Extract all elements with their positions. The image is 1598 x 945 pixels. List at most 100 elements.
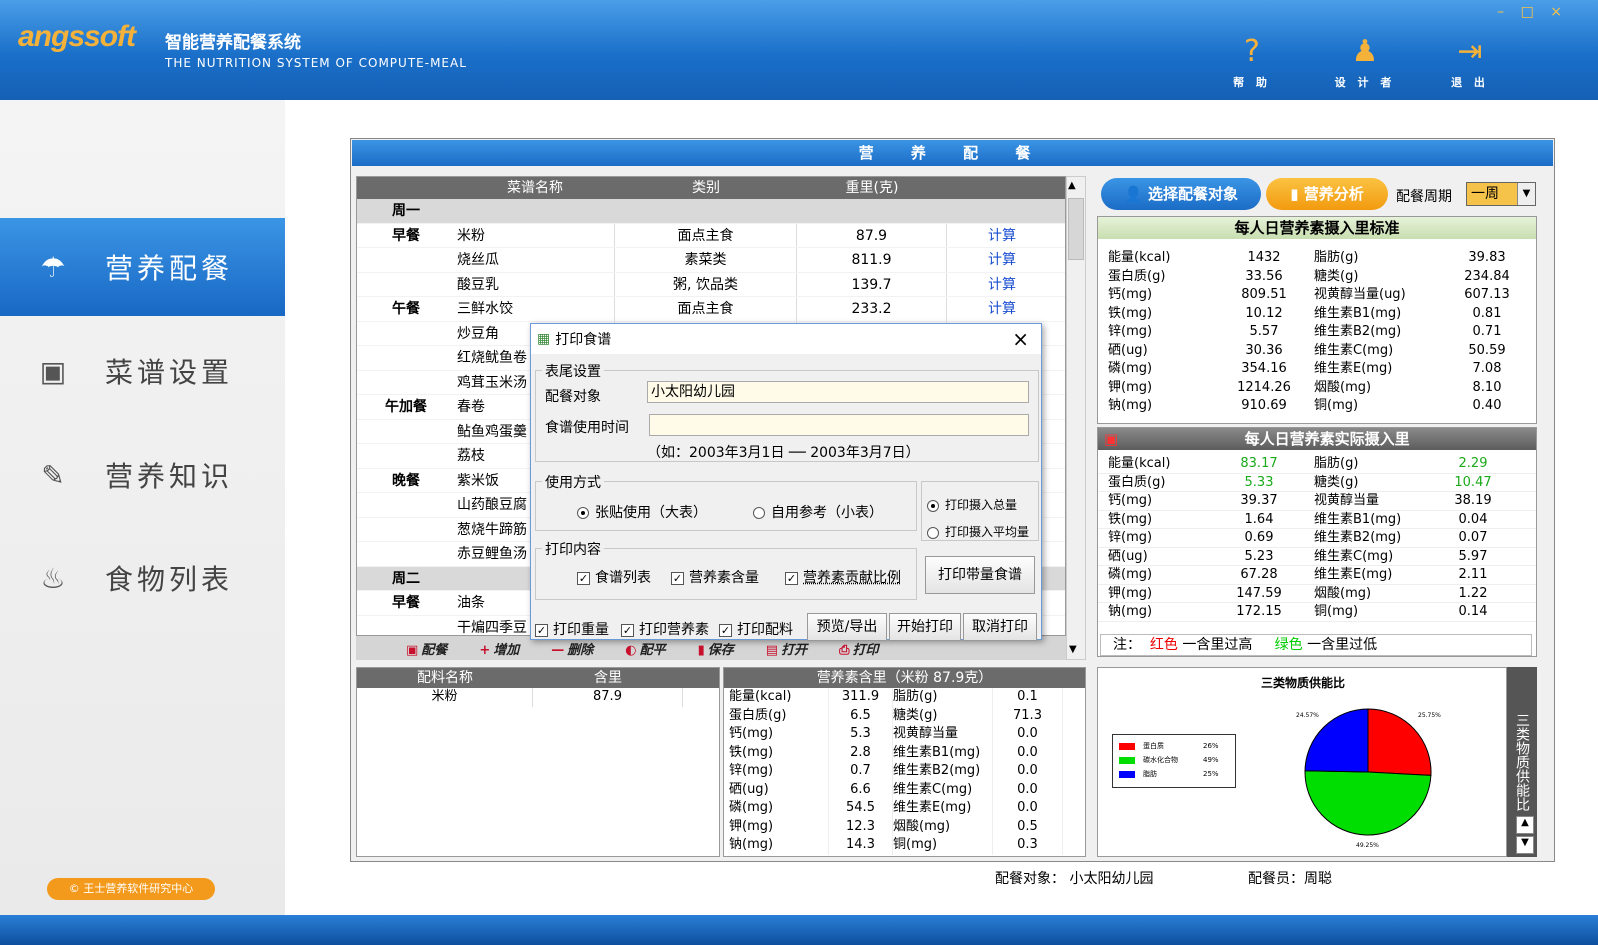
table-row[interactable]: 午餐 三鲜水饺 面点主食 233.2 计算: [357, 297, 1065, 322]
actual-intake-panel: ▣ 每人日营养素实际摄入里 能量(kcal) 83.17 脂肪(g) 2.29 蛋白质(g…: [1097, 427, 1537, 657]
table-row: 硒(ug) 30.36 维生素C(mg) 50.59: [1098, 342, 1536, 361]
start-print-button[interactable]: 开始打印: [889, 613, 961, 641]
cell: 67.28: [1240, 567, 1278, 582]
table-row: 锌(mg) 0.69 维生素B2(mg) 0.07: [1098, 529, 1536, 548]
cell: 0.71: [1472, 324, 1502, 339]
table-row[interactable]: 米粉 87.9: [357, 688, 719, 707]
period-select[interactable]: 一周 ▼: [1466, 182, 1536, 206]
sidebar-item-recipe[interactable]: ▣ 菜谱设置: [0, 322, 285, 420]
cell: 0.81: [1472, 305, 1502, 321]
cell: 2.11: [1458, 567, 1488, 582]
cell: 能量(kcal): [729, 688, 829, 707]
radio-large-table[interactable]: 张贴使用（大表）: [577, 502, 707, 522]
toolbar-button[interactable]: — 删除: [551, 639, 593, 658]
radio-small-table[interactable]: 自用参考（小表）: [753, 502, 883, 522]
cell: 视黄醇当量: [893, 725, 993, 744]
cell: 维生素B1(mg): [893, 743, 993, 762]
cell: 1432: [1247, 250, 1281, 265]
app-subtitle: THE NUTRITION SYSTEM OF COMPUTE-MEAL: [165, 56, 467, 70]
cancel-print-button[interactable]: 取消打印: [963, 613, 1037, 641]
chevron-down-icon[interactable]: ▼: [1516, 836, 1534, 854]
table-row: 钠(mg) 910.69 铜(mg) 0.40: [1098, 397, 1536, 416]
window-controls[interactable]: – □ ×: [1497, 4, 1568, 20]
table-row[interactable]: 烧丝瓜 素菜类 811.9 计算: [357, 248, 1065, 273]
cell: 周二: [392, 570, 420, 587]
scroll-up-icon[interactable]: ▲: [1068, 180, 1076, 191]
calc-link[interactable]: 计算: [947, 224, 1057, 248]
cell: 钙(mg): [1108, 493, 1153, 508]
table-row: 蛋白质(g) 5.33 糖类(g) 10.47: [1098, 474, 1536, 492]
designer-button[interactable]: ♟ 设 计 者: [1325, 30, 1405, 96]
toolbar-button[interactable]: ▮ 保存: [698, 639, 734, 658]
table-row: 钠(mg) 172.15 铜(mg) 0.14: [1098, 603, 1536, 622]
toolbar-button[interactable]: ⎙ 打印: [839, 639, 878, 658]
chevron-up-icon[interactable]: ▲: [1516, 816, 1534, 834]
cell: [357, 542, 455, 566]
toolbar-button[interactable]: + 增加: [479, 639, 519, 658]
table-row: 铁(mg) 1.64 维生素B1(mg) 0.04: [1098, 511, 1536, 529]
check-print-nutrient[interactable]: ✓ 打印营养素: [621, 619, 709, 639]
cell: 钙(mg): [729, 725, 829, 744]
scroll-down-icon[interactable]: ▼: [1069, 644, 1077, 655]
radio-total-intake[interactable]: 打印摄入总量: [927, 496, 1037, 513]
table-row: 能量(kcal) 1432 脂肪(g) 39.83: [1098, 249, 1536, 268]
analysis-icon: ▣: [1104, 430, 1119, 448]
target-field[interactable]: 小太阳幼儿园: [647, 381, 1029, 403]
sidebar-item-knowledge[interactable]: ✎ 营养知识: [0, 426, 285, 524]
nutrition-analysis-button[interactable]: ▮ 营养分析: [1266, 178, 1388, 210]
sidebar-item-food[interactable]: ♨ 食物列表: [0, 529, 285, 627]
exit-icon: ⇥: [1457, 34, 1483, 69]
cell: 39.83: [1468, 250, 1506, 265]
radio-avg-intake[interactable]: 打印摄入平均量: [927, 523, 1037, 540]
toolbar-button[interactable]: ◐ 配平: [625, 639, 665, 658]
table-row[interactable]: 早餐 米粉 面点主食 87.9 计算: [357, 223, 1065, 248]
toolbar-button[interactable]: ▤ 打开: [766, 639, 807, 658]
menu-scrollbar-thumb[interactable]: [1068, 198, 1084, 260]
check-print-weight[interactable]: ✓ 打印重量: [535, 619, 609, 639]
cell: 酸豆乳: [455, 272, 615, 296]
table-row: 钾(mg) 147.59 烟酸(mg) 1.22: [1098, 585, 1536, 603]
cell: 14.3: [829, 836, 893, 855]
day-row[interactable]: 周一: [357, 199, 1065, 224]
cell: [357, 371, 455, 395]
cell: 233.2: [797, 297, 947, 321]
cell: 0.5: [993, 817, 1063, 836]
cell: [357, 420, 455, 444]
usage-time-field[interactable]: [649, 414, 1029, 436]
cell: 能量(kcal): [1108, 250, 1171, 265]
cell: 71.3: [993, 706, 1063, 725]
check-recipe-list[interactable]: ✓ 食谱列表: [577, 567, 651, 587]
footer-bar: [0, 915, 1598, 945]
cell: 脂肪(g): [1314, 250, 1359, 265]
cell: 1214.26: [1237, 379, 1291, 395]
sidebar-item-meal[interactable]: ☂ 营养配餐: [0, 218, 285, 316]
cell: 维生素E(mg): [1314, 567, 1393, 582]
calc-link[interactable]: 计算: [947, 248, 1057, 272]
chevron-down-icon[interactable]: ▼: [1517, 183, 1535, 205]
close-icon[interactable]: ×: [1012, 327, 1029, 351]
check-nutrient-ratio[interactable]: ✓ 营养素贡献比例: [785, 567, 901, 587]
cell: 维生素C(mg): [1314, 342, 1394, 358]
select-target-button[interactable]: 👤 选择配餐对象: [1101, 178, 1261, 210]
cell: [357, 518, 455, 542]
help-button[interactable]: ? 帮 助: [1212, 30, 1292, 96]
check-print-ingredient[interactable]: ✓ 打印配料: [719, 619, 793, 639]
calc-link[interactable]: 计算: [947, 297, 1057, 321]
calc-link[interactable]: 计算: [947, 273, 1057, 297]
table-row: 铁(mg) 10.12 维生素B1(mg) 0.81: [1098, 305, 1536, 324]
toolbar-icon: +: [479, 642, 491, 658]
check-nutrient-content[interactable]: ✓ 营养素含量: [671, 567, 759, 587]
table-row: 硒(ug) 5.23 维生素C(mg) 5.97: [1098, 548, 1536, 566]
table-row[interactable]: 酸豆乳 粥, 饮品类 139.7 计算: [357, 272, 1065, 297]
cell: 素菜类: [615, 248, 797, 272]
table-row: 钠(mg) 14.3 铜(mg) 0.3: [729, 836, 1085, 855]
table-row: 钾(mg) 1214.26 烟酸(mg) 8.10: [1098, 379, 1536, 398]
preview-export-button[interactable]: 预览/导出: [807, 613, 887, 641]
cell: 6.5: [829, 706, 893, 725]
toolbar-button[interactable]: ▣ 配餐: [406, 639, 447, 658]
cell: 锌(mg): [1108, 324, 1153, 339]
cell: 147.59: [1236, 585, 1282, 601]
exit-button[interactable]: ⇥ 退 出: [1430, 30, 1510, 96]
pie-chart: 24.57% 25.75% 49.25%: [1296, 708, 1441, 849]
print-quantity-recipe-button[interactable]: 打印带量食谱: [925, 556, 1035, 594]
